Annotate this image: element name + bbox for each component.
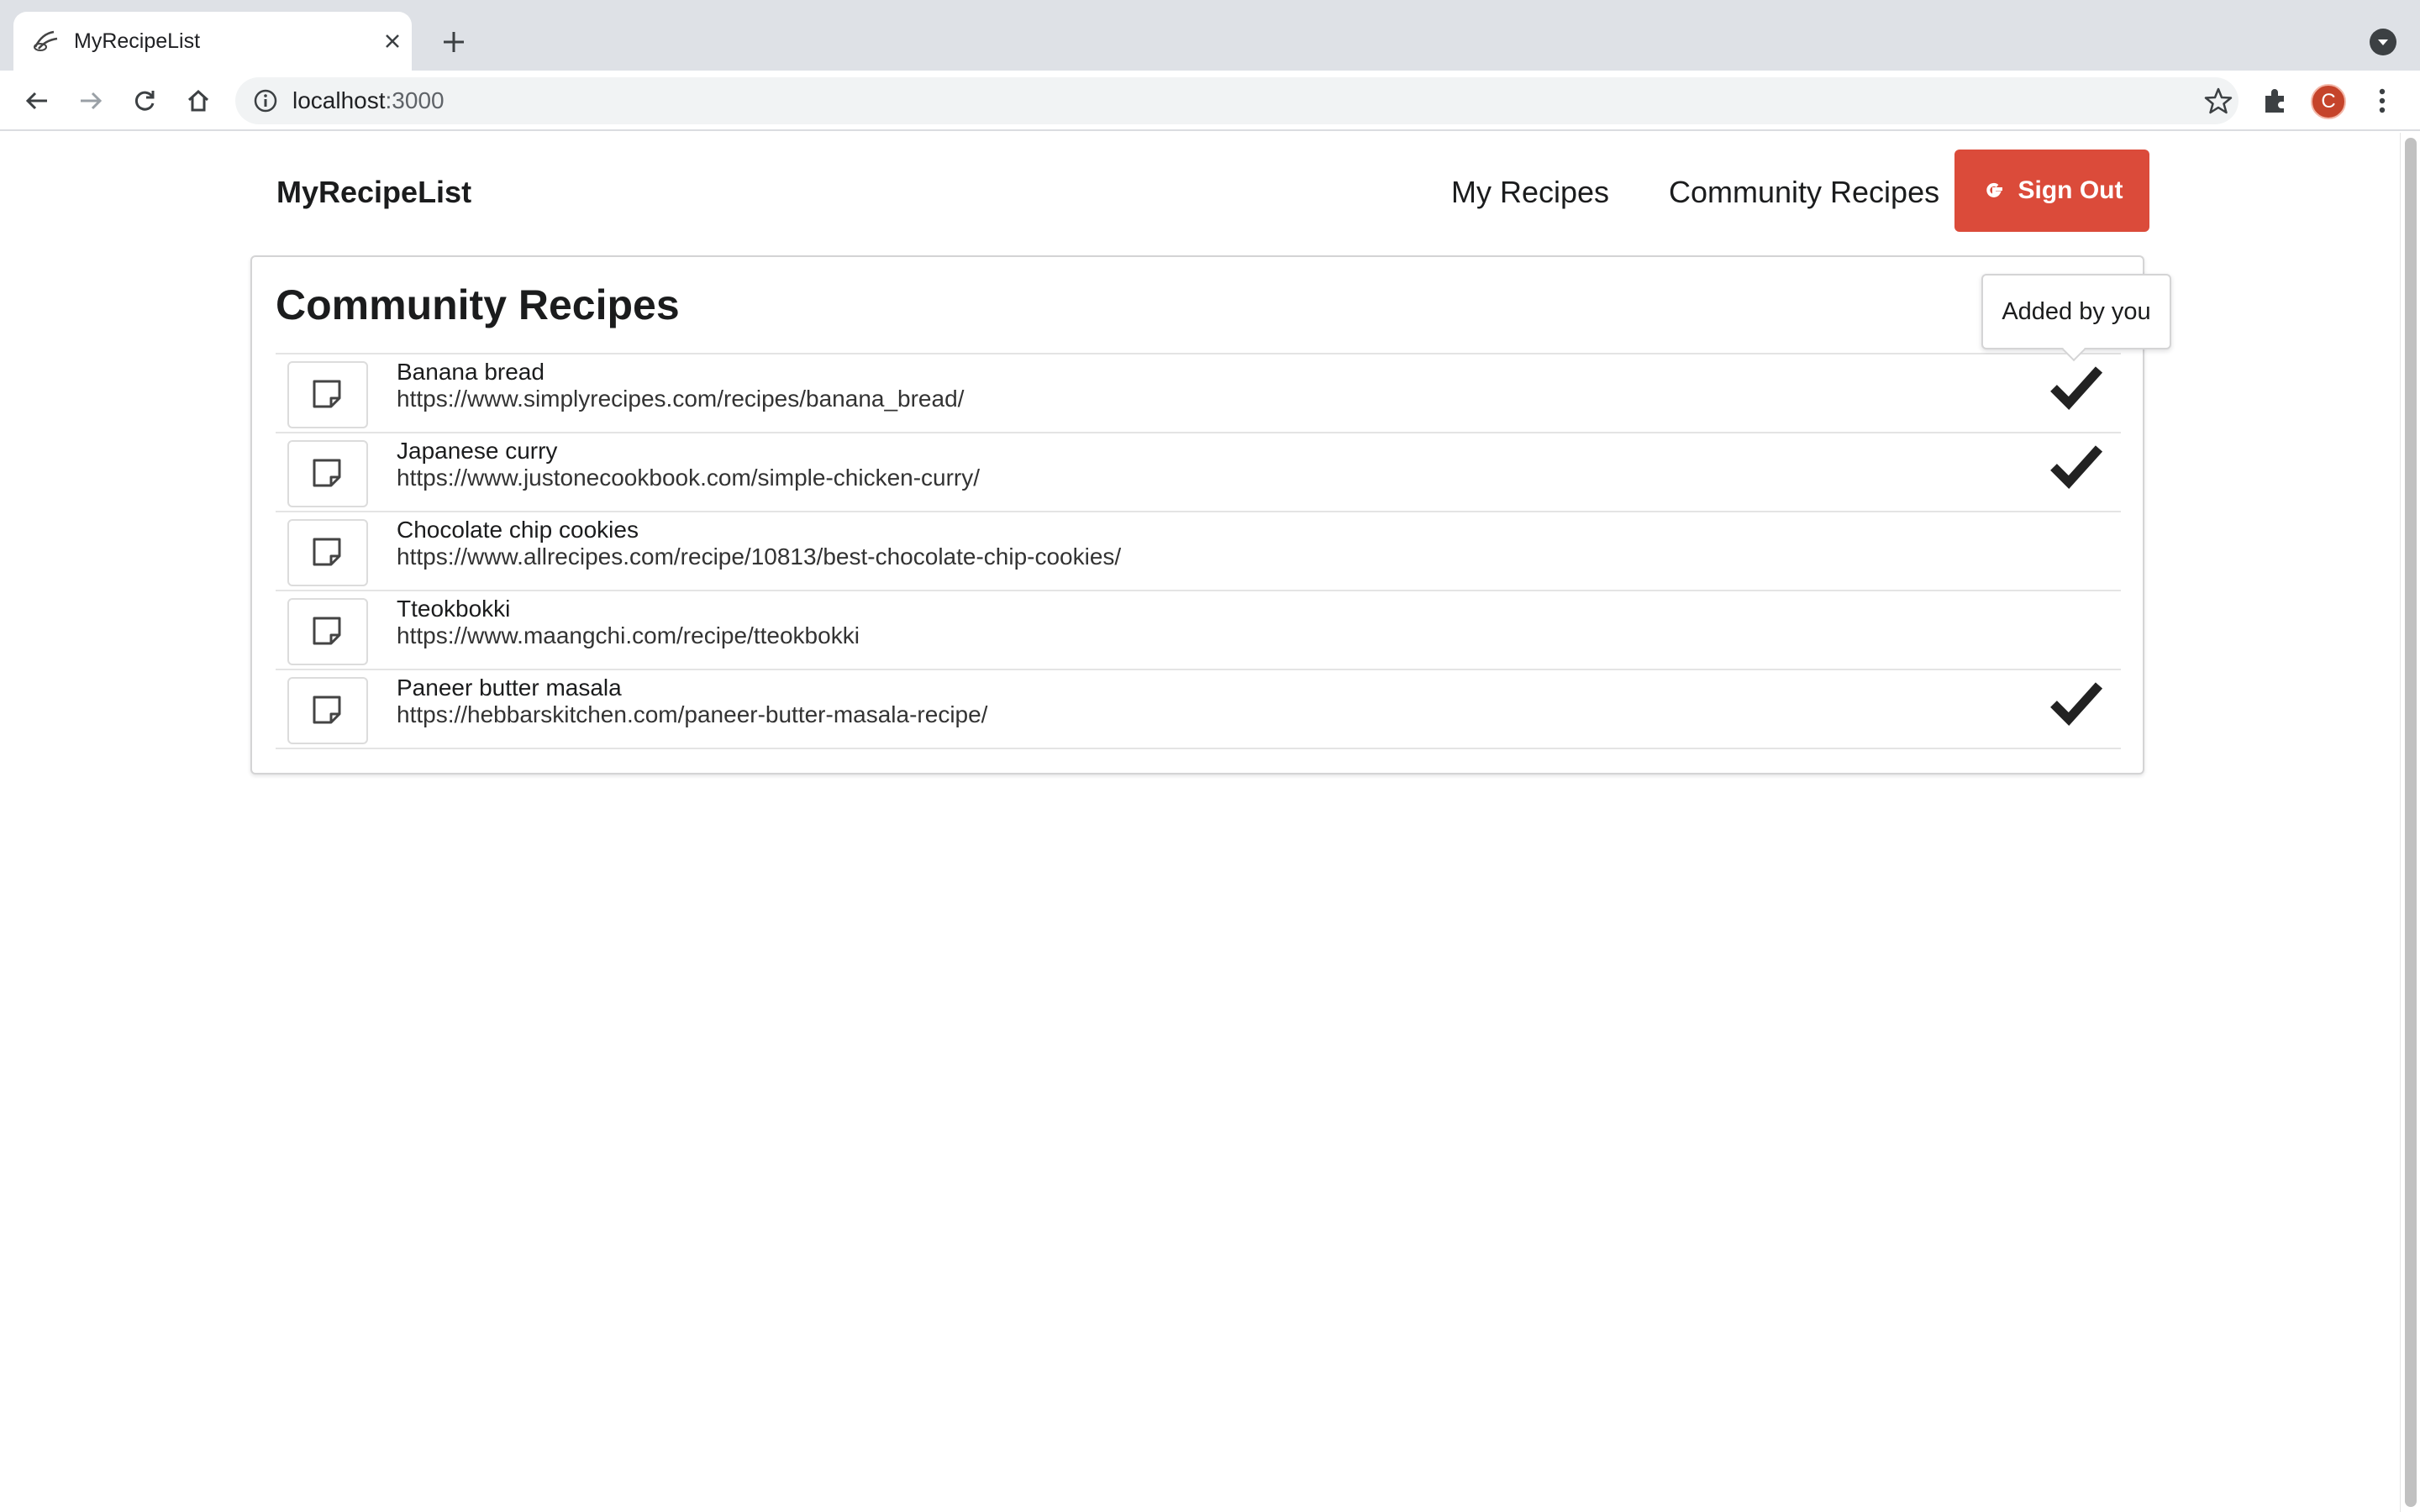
sign-out-label: Sign Out: [2018, 176, 2123, 204]
nav-my-recipes[interactable]: My Recipes: [1451, 175, 1609, 210]
profile-avatar[interactable]: C: [2311, 84, 2346, 119]
url-port: :3000: [385, 87, 445, 113]
recipe-name: Chocolate chip cookies: [397, 517, 639, 543]
page-scrollbar[interactable]: [2400, 133, 2420, 1512]
added-by-you-tooltip: Added by you: [1981, 274, 2171, 362]
page-viewport: MyRecipeList My Recipes Community Recipe…: [0, 133, 2400, 1512]
recipe-name: Tteokbokki: [397, 596, 511, 622]
note-icon[interactable]: [287, 677, 368, 744]
note-icon[interactable]: [287, 361, 368, 428]
page-title: Community Recipes: [276, 281, 680, 328]
url-host: localhost: [292, 87, 386, 113]
recipe-favicon-icon: [34, 30, 58, 51]
browser-tabstrip: MyRecipeList: [0, 0, 2420, 71]
note-icon[interactable]: [287, 440, 368, 507]
list-item: Japanese curry https://www.justonecookbo…: [276, 433, 2121, 512]
recipe-url[interactable]: https://www.simplyrecipes.com/recipes/ba…: [397, 385, 964, 413]
sign-out-button[interactable]: Sign Out: [1954, 150, 2149, 232]
close-tab-icon[interactable]: [378, 27, 407, 55]
list-item: Paneer butter masala https://hebbarskitc…: [276, 670, 2121, 749]
recipe-url[interactable]: https://www.justonecookbook.com/simple-c…: [397, 464, 980, 492]
bookmark-star-icon[interactable]: [2203, 86, 2233, 116]
recipe-name: Paneer butter masala: [397, 675, 622, 701]
checkmark-icon: [2050, 445, 2103, 489]
tab-title: MyRecipeList: [74, 29, 201, 53]
recipe-url[interactable]: https://www.maangchi.com/recipe/tteokbok…: [397, 622, 860, 650]
list-item: Chocolate chip cookies https://www.allre…: [276, 512, 2121, 591]
extensions-puzzle-icon[interactable]: [2260, 86, 2291, 116]
recipe-name: Japanese curry: [397, 438, 558, 464]
recipe-name: Banana bread: [397, 359, 544, 385]
nav-community-recipes[interactable]: Community Recipes: [1669, 175, 1939, 210]
community-recipes-card: Community Recipes Banana bread https://w…: [250, 255, 2144, 774]
url-text[interactable]: localhost:3000: [292, 87, 445, 114]
brand-logo-text[interactable]: MyRecipeList: [276, 175, 471, 210]
list-item: Banana bread https://www.simplyrecipes.c…: [276, 354, 2121, 433]
recipe-list: Banana bread https://www.simplyrecipes.c…: [276, 353, 2121, 749]
app-navbar: MyRecipeList My Recipes Community Recipe…: [0, 133, 2400, 250]
home-icon[interactable]: [180, 82, 217, 119]
browser-tab[interactable]: MyRecipeList: [13, 12, 412, 71]
address-bar[interactable]: localhost:3000: [235, 77, 2238, 124]
recipe-url[interactable]: https://www.allrecipes.com/recipe/10813/…: [397, 543, 1121, 571]
new-tab-icon[interactable]: [437, 25, 471, 59]
tab-search-icon[interactable]: [2370, 29, 2396, 55]
tooltip-text: Added by you: [2002, 297, 2151, 325]
note-icon[interactable]: [287, 598, 368, 665]
recipe-url[interactable]: https://hebbarskitchen.com/paneer-butter…: [397, 701, 987, 729]
forward-arrow-icon[interactable]: [72, 82, 109, 119]
browser-menu-icon[interactable]: [2370, 86, 2395, 116]
site-info-icon[interactable]: [252, 87, 279, 114]
reload-icon[interactable]: [126, 82, 163, 119]
list-item: Tteokbokki https://www.maangchi.com/reci…: [276, 591, 2121, 670]
browser-toolbar: localhost:3000 C: [0, 71, 2420, 131]
google-icon: [1986, 182, 2002, 197]
checkmark-icon: [2050, 682, 2103, 726]
back-arrow-icon[interactable]: [18, 82, 55, 119]
note-icon[interactable]: [287, 519, 368, 586]
scrollbar-thumb[interactable]: [2405, 138, 2417, 1507]
checkmark-icon: [2050, 366, 2103, 410]
